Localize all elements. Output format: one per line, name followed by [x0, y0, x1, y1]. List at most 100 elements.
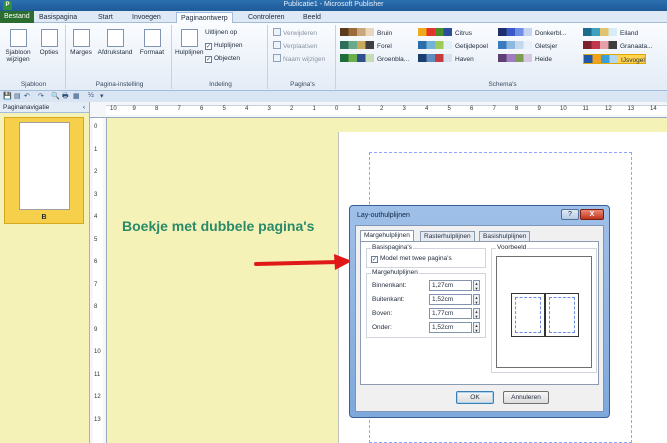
print-preview-icon[interactable]: 🔍 — [51, 92, 60, 100]
hulplijnen-button[interactable]: Hulplijnen — [175, 29, 204, 56]
scheme-name: Getijdepoel — [455, 43, 488, 50]
ruler-tick-label: 0 — [94, 124, 98, 130]
formaat-button[interactable]: Formaat — [138, 29, 166, 56]
scheme-swatch — [340, 41, 374, 49]
scheme-item[interactable]: Gletsjer — [498, 41, 557, 51]
undo-icon[interactable]: ↶ — [24, 92, 30, 100]
scheme-item[interactable]: Forel — [340, 41, 392, 51]
page-size-icon — [143, 29, 161, 47]
tab-start[interactable]: Start — [94, 12, 117, 23]
ruler-tick-label: 8 — [94, 304, 98, 310]
scheme-item[interactable]: Donkerbl... — [498, 28, 566, 38]
margehulplijnen-group: Margehulplijnen Binnenkant: 1,27cm ▲ ▼ Bu… — [366, 269, 486, 338]
group-pagina-instelling: Marges Afdrukstand Formaat Pagina-instel… — [68, 25, 172, 89]
horizontal-ruler[interactable]: 10 9 8 7 6 5 4 3 2 1 0 1 2 3 4 5 6 7 8 9 10 11 12 13 14 — [90, 102, 667, 118]
sjabloon-wijzigen-button[interactable]: Sjabloon wijzigen — [4, 29, 32, 63]
ruler-tick-label: 9 — [94, 326, 98, 333]
vertical-ruler[interactable]: 0 1 2 3 4 5 6 7 8 9 10 11 12 13 — [90, 118, 107, 443]
ribbon: Sjabloon wijzigen Opties Sjabloon Marges… — [0, 23, 667, 91]
scheme-item[interactable]: Granaata... — [583, 41, 653, 51]
scheme-item[interactable]: Heide — [498, 54, 552, 64]
ruler-tick-label: 7 — [177, 106, 181, 112]
scheme-item[interactable]: Haven — [418, 54, 474, 64]
red-arrow-icon — [254, 254, 352, 270]
ruler-tick-label: 6 — [470, 106, 474, 112]
opties-button[interactable]: Opties — [36, 29, 62, 56]
scheme-swatch — [584, 55, 618, 63]
help-button[interactable]: ? — [561, 209, 579, 220]
ruler-tick-label: 4 — [94, 214, 98, 220]
scheme-name: Forel — [377, 43, 392, 50]
tab-invoegen[interactable]: Invoegen — [128, 12, 165, 23]
scheme-swatch — [418, 54, 452, 62]
ruler-tick-label: 2 — [290, 106, 294, 112]
tab-beeld[interactable]: Beeld — [299, 12, 325, 23]
ruler-tick-label: 1 — [94, 146, 98, 153]
tab-bestand[interactable]: Bestand — [0, 11, 34, 23]
close-button[interactable]: X — [580, 209, 604, 220]
group-label-sjabloon: Sjabloon — [20, 81, 47, 88]
checkmark-icon: ✓ — [205, 56, 212, 63]
redo-icon[interactable]: ↷ — [38, 92, 44, 100]
ruler-tick-label: 1 — [312, 106, 316, 112]
margehulplijnen-legend: Margehulplijnen — [371, 269, 419, 276]
binnenkant-spinner[interactable]: ▲ ▼ — [473, 280, 480, 291]
ruler-tick-label: 3 — [267, 106, 271, 112]
tab-basispagina[interactable]: Basispagina — [35, 12, 81, 23]
customize-qat-icon[interactable]: ▾ — [100, 92, 104, 100]
vertical-ruler-scale: 0 1 2 3 4 5 6 7 8 9 10 11 12 13 — [93, 118, 103, 443]
group-sjabloon: Sjabloon wijzigen Opties Sjabloon — [2, 25, 66, 89]
ruler-tick-label: 9 — [132, 106, 136, 112]
cancel-button[interactable]: Annuleren — [503, 391, 549, 404]
tab-controleren[interactable]: Controleren — [244, 12, 289, 23]
model-twee-paginas-checkbox[interactable]: ✓ Model met twee pagina's — [371, 254, 452, 264]
onder-spinner[interactable]: ▲ ▼ — [473, 322, 480, 333]
group-label-schemas: Schema's — [488, 81, 517, 88]
page-thumbnail-label: B — [41, 214, 47, 221]
objecten-checkbox[interactable]: ✓ Objecten — [205, 54, 240, 64]
fraction-icon[interactable]: ½ — [88, 92, 94, 99]
marges-button[interactable]: Marges — [70, 29, 92, 56]
annotation-text: Boekje met dubbele pagina's — [122, 218, 315, 234]
naam-wijzigen-button[interactable]: Naam wijzigen — [273, 54, 325, 64]
buitenkant-spinner[interactable]: ▲ ▼ — [473, 294, 480, 305]
scheme-swatch — [498, 28, 532, 36]
scheme-item[interactable]: Eiland — [583, 28, 638, 38]
binnenkant-input[interactable]: 1,27cm — [429, 280, 472, 291]
boven-input[interactable]: 1,77cm — [429, 308, 472, 319]
dialog-title: Lay-outhulplijnen — [357, 212, 410, 219]
verplaatsen-button[interactable]: Verplaatsen — [273, 41, 317, 51]
ruler-tick-label: 5 — [447, 106, 451, 112]
scheme-item[interactable]: Citrus — [418, 28, 472, 38]
scheme-item[interactable]: Getijdepoel — [418, 41, 488, 51]
ruler-tick-label: 12 — [94, 394, 101, 400]
title-bar: P Publicatie1 - Microsoft Publisher — [0, 0, 667, 11]
scheme-item[interactable]: IJsvogel — [583, 54, 646, 64]
ruler-tick-label: 2 — [94, 169, 98, 175]
basispaginas-group: Basispagina's ✓ Model met twee pagina's — [366, 244, 486, 268]
collapse-pane-button[interactable]: ‹ — [83, 102, 85, 113]
hulplijnen-checkbox[interactable]: ✓ Hulplijnen — [205, 41, 243, 51]
publish-icon[interactable]: ▤ — [14, 92, 21, 100]
boven-spinner[interactable]: ▲ ▼ — [473, 308, 480, 319]
verwijderen-button[interactable]: Verwijderen — [273, 28, 317, 38]
horizontal-ruler-scale: 10 9 8 7 6 5 4 3 2 1 0 1 2 3 4 5 6 7 8 9 10 11 12 13 14 — [106, 105, 667, 115]
page-thumbnail[interactable]: B — [4, 117, 84, 224]
table-icon[interactable]: ▦ — [73, 92, 80, 100]
onder-label: Onder: — [372, 324, 392, 331]
ruler-tick-label: 10 — [110, 106, 117, 112]
scheme-item[interactable]: Groenbla... — [340, 54, 409, 64]
basispaginas-legend: Basispagina's — [371, 244, 413, 251]
afdrukstand-button[interactable]: Afdrukstand — [93, 29, 137, 56]
scheme-item[interactable]: Bruin — [340, 28, 392, 38]
buitenkant-label: Buitenkant: — [372, 296, 405, 303]
ok-button[interactable]: OK — [456, 391, 494, 404]
preview-right-margin — [549, 297, 575, 333]
preview-box — [496, 256, 592, 368]
onder-input[interactable]: 1,52cm — [429, 322, 472, 333]
group-indeling: Hulplijnen Uitlijnen op ✓ Hulplijnen ✓ Obj… — [174, 25, 268, 89]
rename-page-icon — [273, 54, 281, 62]
buitenkant-input[interactable]: 1,52cm — [429, 294, 472, 305]
save-icon[interactable]: 💾 — [3, 92, 12, 100]
group-paginas: Verwijderen Verplaatsen Naam wijzigen Pa… — [270, 25, 336, 89]
